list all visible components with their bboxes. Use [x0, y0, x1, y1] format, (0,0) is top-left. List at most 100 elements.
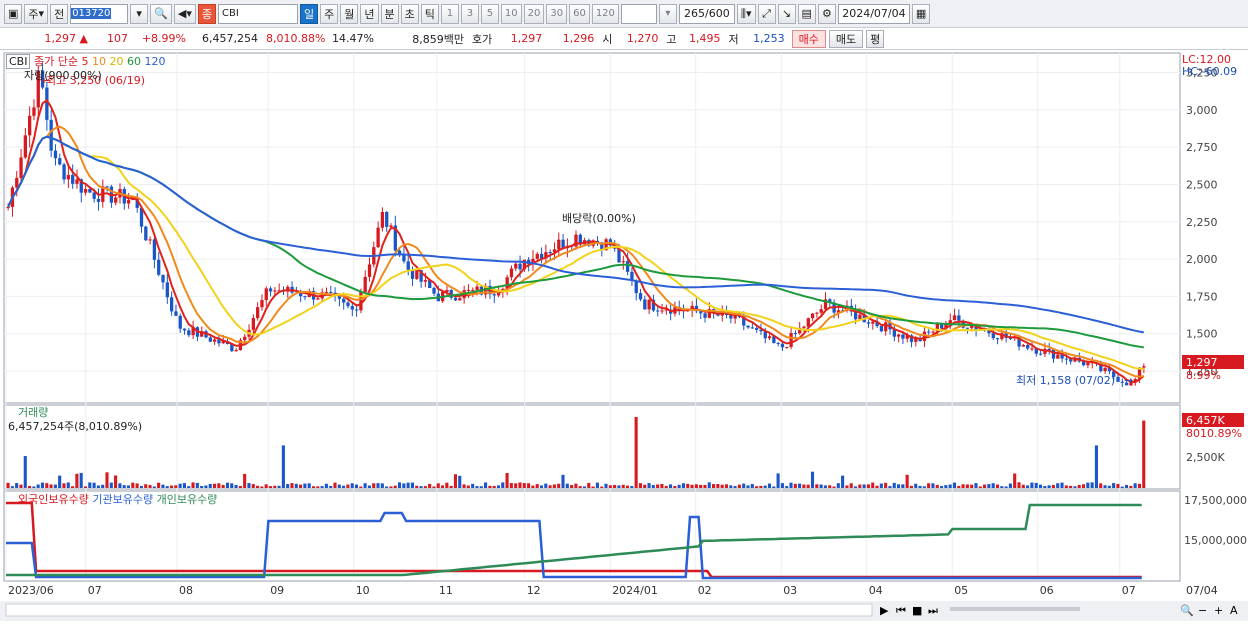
- volume-bar: [1124, 484, 1129, 488]
- candle-body: [1021, 344, 1026, 347]
- candle-body: [557, 239, 561, 250]
- date-field[interactable]: 2024/07/04: [837, 3, 910, 24]
- minute-1[interactable]: 1: [440, 3, 459, 24]
- volume-bar: [742, 483, 746, 488]
- tab-second[interactable]: 초: [400, 3, 419, 24]
- zoom-out-icon[interactable]: −: [1198, 604, 1207, 617]
- open-price: 1,270: [626, 32, 659, 45]
- price-tick-label: 1,500: [1186, 328, 1218, 341]
- crosshair-icon[interactable]: ⤢: [757, 3, 776, 24]
- prev-button[interactable]: 전: [50, 3, 69, 24]
- forward-icon[interactable]: ⏭: [928, 604, 938, 617]
- tab-day[interactable]: 일: [300, 3, 319, 24]
- candle-body: [1116, 376, 1120, 382]
- ask-price: 1,297: [510, 32, 543, 45]
- volume-bar: [243, 473, 247, 488]
- candle-body: [58, 158, 62, 165]
- eval-button[interactable]: 평: [866, 29, 885, 48]
- volume-bar: [182, 483, 186, 488]
- volume-bar: [286, 484, 290, 488]
- drawing-icon[interactable]: ↘: [777, 3, 796, 24]
- volume-bar: [28, 485, 32, 488]
- volume-bar: [372, 483, 376, 488]
- zoom-in-icon[interactable]: +: [1214, 604, 1223, 617]
- volume-bar: [643, 484, 647, 488]
- layout-icon[interactable]: ▣: [4, 3, 23, 24]
- volume-bar: [712, 484, 716, 488]
- candle-type-icon[interactable]: ⫼▾: [736, 3, 756, 24]
- volume-bar: [845, 485, 849, 488]
- candle-body: [625, 261, 630, 272]
- volume-bar: [853, 486, 858, 488]
- volume-bar: [324, 483, 328, 488]
- magnify-icon[interactable]: 🔍: [1180, 603, 1194, 617]
- candle-body: [871, 321, 875, 324]
- volume-bar: [909, 485, 913, 488]
- bar-count-field[interactable]: 265/600: [678, 3, 735, 24]
- stock-name-field[interactable]: CBI: [218, 3, 298, 24]
- scroll-right-icon[interactable]: ▶: [880, 604, 889, 617]
- font-size-icon[interactable]: A: [1230, 604, 1238, 617]
- minute-10[interactable]: 10: [500, 3, 522, 24]
- volume-bar: [720, 484, 724, 488]
- volume-bar: [995, 484, 1000, 488]
- volume-bar: [664, 485, 668, 488]
- minute-3[interactable]: 3: [460, 3, 479, 24]
- chart-area[interactable]: 3,250 3,000 2,750 2,500 2,250 2,000 1,750 1,500…: [0, 51, 1248, 621]
- market-select[interactable]: 주 ▾: [24, 3, 49, 24]
- period-dropdown-icon[interactable]: ▾: [658, 3, 677, 24]
- volume-bar: [83, 486, 88, 488]
- calendar-icon[interactable]: ▦: [911, 3, 931, 24]
- volume-bar: [987, 484, 991, 488]
- sell-button[interactable]: 매도: [828, 29, 864, 48]
- volume-bar: [62, 483, 66, 488]
- minute-60[interactable]: 60: [569, 3, 590, 24]
- volume-bar: [699, 484, 703, 488]
- tab-minute[interactable]: 분: [380, 3, 399, 24]
- candle-body: [260, 300, 264, 308]
- minute-20[interactable]: 20: [523, 3, 545, 24]
- volume-bar: [875, 485, 879, 488]
- buy-button[interactable]: 매수: [791, 29, 826, 48]
- volume-bar: [892, 482, 896, 488]
- gear-icon[interactable]: ⚙: [817, 3, 836, 24]
- minute-120[interactable]: 120: [591, 3, 619, 24]
- minute-30[interactable]: 30: [546, 3, 568, 24]
- tab-week[interactable]: 주: [320, 3, 339, 24]
- minute-5[interactable]: 5: [480, 3, 499, 24]
- volume-bar: [389, 486, 393, 488]
- save-icon[interactable]: ▤: [797, 3, 816, 24]
- volume-bar: [673, 485, 677, 488]
- scroll-track[interactable]: [5, 603, 873, 617]
- speaker-icon[interactable]: ◀▾: [173, 3, 196, 24]
- bar-count: 265: [684, 7, 706, 20]
- x-axis-label: 04: [869, 584, 883, 597]
- rewind-icon[interactable]: ⏮: [896, 604, 906, 617]
- tab-tick[interactable]: 틱: [420, 3, 439, 24]
- volume-bar: [1017, 482, 1021, 488]
- volume-bar: [139, 485, 143, 488]
- volume-pct-tag: 8010.89%: [1186, 427, 1242, 440]
- volume-value-label: 6,457,254주(8,010.89%): [8, 420, 143, 433]
- volume-bar: [423, 486, 427, 488]
- volume-bar: [617, 485, 621, 488]
- tab-month[interactable]: 월: [340, 3, 359, 24]
- volume-bar: [492, 485, 496, 488]
- stock-chart-svg[interactable]: 3,2503,0002,7502,5002,2502,0001,7501,500…: [0, 51, 1248, 621]
- tab-year[interactable]: 년: [360, 3, 379, 24]
- custom-period-input[interactable]: [620, 3, 657, 24]
- stock-code-input[interactable]: 013720: [70, 3, 129, 24]
- volume-tag: 6,457K: [1186, 414, 1225, 427]
- stop-icon[interactable]: ■: [912, 604, 922, 617]
- volume-bar: [896, 484, 901, 488]
- candle-body: [514, 263, 518, 269]
- volume-bar: [600, 486, 604, 488]
- volume-bar: [724, 484, 729, 488]
- zoom-slider[interactable]: [950, 607, 1080, 611]
- candle-body: [324, 291, 329, 293]
- volume-bar: [36, 484, 40, 488]
- candle-body: [342, 298, 346, 303]
- volume-bar: [810, 471, 815, 488]
- code-dropdown-icon[interactable]: ▾: [130, 3, 149, 24]
- search-icon[interactable]: 🔍: [150, 3, 172, 24]
